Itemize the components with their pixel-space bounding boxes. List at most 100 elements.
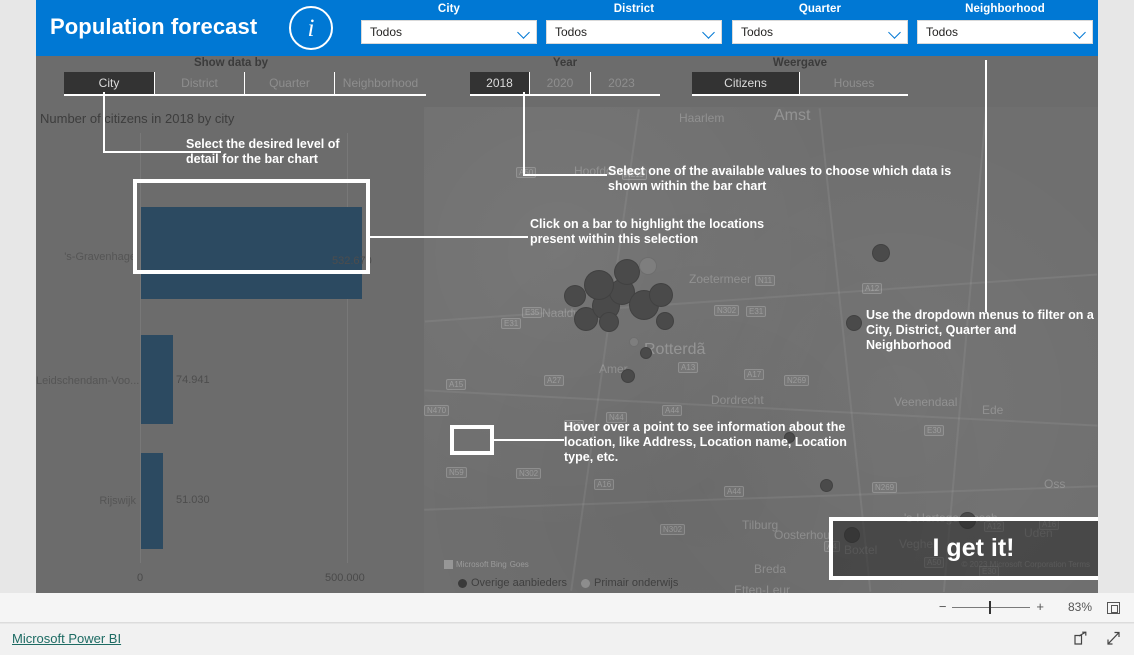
map-data-point[interactable]	[649, 283, 673, 307]
tab-show-by-quarter[interactable]: Quarter	[245, 72, 335, 94]
map-place-label: Tilburg	[742, 518, 779, 532]
bing-attribution: Microsoft Bing Goes	[444, 560, 529, 569]
map-data-point[interactable]	[872, 244, 890, 262]
map-place-label: Rotterdã	[644, 341, 706, 358]
zoom-slider-thumb[interactable]	[989, 600, 992, 614]
tab-year-2018[interactable]: 2018	[470, 72, 530, 94]
microsoft-power-bi-link[interactable]: Microsoft Power BI	[12, 631, 121, 646]
callout-connector-line	[523, 174, 607, 176]
map-place-label: Dordrecht	[711, 393, 764, 407]
map-data-point[interactable]	[584, 270, 614, 300]
map-legend: Overige aanbieders Primair onderwijs	[458, 577, 678, 589]
map-road-shield: A13	[678, 362, 699, 373]
tab-show-by-neighborhood[interactable]: Neighborhood	[335, 72, 426, 94]
legend-item-primair-onderwijs[interactable]: Primair onderwijs	[581, 577, 678, 589]
legend-label: Overige aanbieders	[471, 577, 568, 589]
slicer-neighborhood-dropdown[interactable]: Todos	[917, 20, 1093, 44]
callout-connector-line	[985, 60, 987, 312]
map-road-shield: A27	[544, 375, 565, 386]
callout-dropdowns-text: Use the dropdown menus to filter on a Ci…	[866, 308, 1094, 352]
callout-level-text: Select the desired level of detail for t…	[186, 137, 340, 166]
callout-connector-line	[494, 439, 564, 441]
map-data-point[interactable]	[564, 285, 586, 307]
tab-show-by-city[interactable]: City	[64, 72, 155, 94]
map-road-shield: E31	[746, 306, 767, 317]
map-road-shield: N302	[516, 468, 542, 479]
footer-bar: Microsoft Power BI	[0, 624, 1134, 655]
chart-title: Number of citizens in 2018 by city	[40, 111, 235, 126]
tab-view-houses[interactable]: Houses	[800, 72, 908, 94]
map-data-point[interactable]	[820, 479, 833, 492]
tab-show-by-district[interactable]: District	[155, 72, 245, 94]
fit-to-page-icon[interactable]	[1107, 602, 1120, 614]
zoom-percent-label: 83%	[1067, 600, 1092, 614]
chevron-down-icon	[702, 26, 715, 39]
tab-view-citizens[interactable]: Citizens	[692, 72, 800, 94]
slicer-district-label: District	[613, 3, 655, 15]
map-place-label: Ede	[982, 403, 1004, 417]
map-road-shield: A12	[862, 283, 883, 294]
map-data-point[interactable]	[639, 257, 657, 275]
status-bar: − + 83%	[0, 593, 1134, 623]
zoom-control[interactable]: − +	[939, 600, 1044, 614]
map-data-point[interactable]	[640, 347, 652, 359]
map-place-label: Amst	[774, 107, 811, 124]
map-data-point[interactable]	[629, 337, 639, 347]
slicer-district-dropdown[interactable]: Todos	[546, 20, 722, 44]
zoom-slider[interactable]	[952, 600, 1031, 614]
power-bi-report-viewer: Population forecast i City Todos Distric…	[0, 0, 1134, 655]
map-place-label: Breda	[754, 562, 787, 576]
slicer-city-dropdown[interactable]: Todos	[361, 20, 537, 44]
map-road-shield: A44	[724, 486, 745, 497]
legend-item-overige-aanbieders[interactable]: Overige aanbieders	[458, 577, 567, 589]
map-road-shield: N302	[660, 524, 686, 535]
map-data-point[interactable]	[656, 312, 674, 330]
callout-connector-line	[103, 92, 105, 153]
show-data-by-segmented-control: City District Quarter Neighborhood	[64, 72, 426, 96]
map-road-shield: E31	[501, 318, 522, 329]
table-row[interactable]	[141, 453, 163, 549]
bar-category-label: Leidschendam-Voo...	[36, 375, 140, 387]
chevron-down-icon	[517, 26, 530, 39]
page-title: Population forecast	[50, 14, 258, 39]
bar-category-label: 's-Gravenhage	[64, 251, 136, 263]
slicer-district: District Todos	[546, 0, 722, 44]
map-place-label: Zoetermeer	[689, 272, 752, 286]
x-axis-tick-0: 0	[137, 572, 144, 584]
dismiss-tutorial-button[interactable]: I get it!	[829, 517, 1098, 580]
legend-dot-icon	[581, 578, 591, 588]
bar-value-label: 51.030	[176, 494, 210, 506]
callout-values-text: Select one of the available values to ch…	[608, 164, 952, 193]
tab-year-2023[interactable]: 2023	[591, 72, 652, 94]
map-road-shield: A50	[516, 167, 537, 178]
map-road-shield: E30	[924, 425, 945, 436]
control-band: Show data by City District Quarter Neigh…	[36, 56, 1098, 107]
map-road-shield: A16	[594, 479, 615, 490]
map-data-point[interactable]	[846, 315, 862, 331]
map-road-shield: A15	[446, 379, 467, 390]
bar-value-label: 74.941	[176, 374, 210, 386]
slicer-neighborhood: Neighborhood Todos	[917, 0, 1093, 44]
slicer-city: City Todos	[361, 0, 537, 44]
bar-highlight-box	[133, 179, 370, 274]
map-road-shield: N269	[784, 375, 810, 386]
year-title: Year	[552, 57, 578, 69]
fullscreen-icon[interactable]	[1105, 630, 1122, 652]
map-data-point[interactable]	[621, 369, 635, 383]
info-icon[interactable]: i	[289, 6, 333, 50]
slicer-quarter-dropdown[interactable]: Todos	[732, 20, 908, 44]
tab-year-2020[interactable]: 2020	[530, 72, 591, 94]
zoom-in-button[interactable]: +	[1036, 600, 1044, 613]
map-road-shield: N302	[714, 305, 740, 316]
slicer-neighborhood-label: Neighborhood	[965, 3, 1045, 15]
chevron-down-icon	[1073, 26, 1086, 39]
chevron-down-icon	[888, 26, 901, 39]
share-icon[interactable]	[1072, 630, 1089, 652]
map-place-label: Veenendaal	[894, 395, 958, 409]
slicer-quarter-label: Quarter	[798, 3, 842, 15]
table-row[interactable]	[141, 335, 173, 424]
map-data-point[interactable]	[614, 259, 640, 285]
callout-connector-line	[370, 236, 528, 238]
map-data-point[interactable]	[599, 312, 619, 332]
zoom-out-button[interactable]: −	[939, 600, 947, 613]
